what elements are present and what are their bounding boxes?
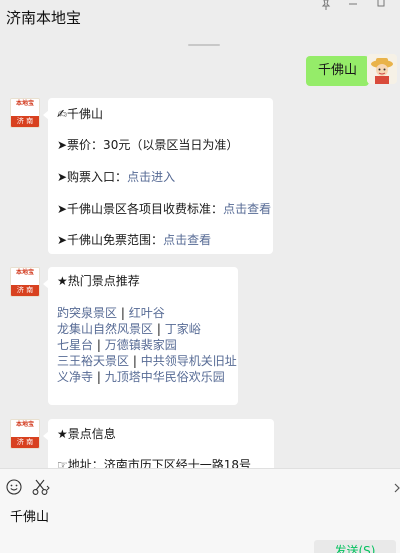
- message-input[interactable]: 千佛山: [10, 506, 390, 525]
- pin-icon[interactable]: [319, 0, 333, 10]
- scenic-address: ☞地址：济南市历下区经十一路18号: [57, 458, 252, 468]
- recommendations-bubble[interactable]: ★热门景点推荐 趵突泉景区 | 红叶谷 龙集山自然风景区 | 丁家峪 七星台 |…: [43, 267, 238, 405]
- free-ticket-link[interactable]: 点击查看: [163, 233, 211, 247]
- user-avatar[interactable]: [367, 54, 397, 84]
- bot-avatar[interactable]: 本地宝 济 南: [10, 267, 40, 297]
- avatar-brand-text: 本地宝: [11, 99, 39, 116]
- recommendations-title: ★热门景点推荐: [57, 274, 140, 288]
- separator: |: [153, 322, 165, 336]
- recommendation-row: 七星台 | 万德镇裴家园: [57, 337, 177, 353]
- separator: |: [93, 370, 105, 384]
- attraction-title: ✍千佛山: [57, 107, 104, 121]
- attraction-info-bubble[interactable]: ✍千佛山 ➤票价：30元（以景区当日为准） ➤购票入口：点击进入 ➤千佛山景区各…: [43, 98, 273, 254]
- emoji-icon[interactable]: [6, 479, 22, 495]
- ticket-purchase-line: ➤购票入口：点击进入: [57, 169, 175, 185]
- fee-standard-link[interactable]: 点击查看: [223, 202, 271, 216]
- avatar-city-text: 济 南: [11, 285, 39, 296]
- free-ticket-label: ➤千佛山免票范围：: [57, 233, 164, 247]
- scenic-info-title: ★景点信息: [57, 427, 116, 441]
- recommendation-row: 义净寺 | 九顶塔中华民俗欢乐园: [57, 369, 225, 385]
- fee-standard-label: ➤千佛山景区各项目收费标准：: [57, 202, 224, 216]
- avatar-city-text: 济 南: [11, 116, 39, 127]
- attraction-link[interactable]: 丁家峪: [165, 322, 201, 336]
- message-list[interactable]: 千佛山 本地宝 济 南 ✍千佛山 ➤票价：30元（以景区当日为准） ➤购票入口：…: [0, 46, 400, 468]
- separator: |: [93, 338, 105, 352]
- separator: |: [117, 306, 129, 320]
- chat-header: 济南本地宝: [0, 0, 400, 46]
- ticket-price: ➤票价：30元（以景区当日为准）: [57, 138, 239, 152]
- maximize-icon[interactable]: [374, 0, 388, 10]
- chevron-right-icon[interactable]: [394, 480, 400, 494]
- ticket-purchase-label: ➤购票入口：: [57, 170, 128, 184]
- bot-avatar[interactable]: 本地宝 济 南: [10, 98, 40, 128]
- bot-avatar[interactable]: 本地宝 济 南: [10, 419, 40, 449]
- separator: |: [129, 354, 141, 368]
- input-toolbar: 千佛山 发送(S): [0, 468, 400, 553]
- attraction-link[interactable]: 趵突泉景区: [57, 306, 117, 320]
- ticket-purchase-link[interactable]: 点击进入: [127, 170, 175, 184]
- attraction-link[interactable]: 万德镇裴家园: [105, 338, 177, 352]
- attraction-link[interactable]: 九顶塔中华民俗欢乐园: [105, 370, 225, 384]
- avatar-brand-text: 本地宝: [11, 420, 39, 437]
- send-button[interactable]: 发送(S): [314, 540, 396, 553]
- attraction-link[interactable]: 三王裕天景区: [57, 354, 129, 368]
- chat-title: 济南本地宝: [6, 9, 82, 27]
- minimize-icon[interactable]: [346, 0, 360, 10]
- avatar-city-text: 济 南: [11, 437, 39, 448]
- recommendation-row: 趵突泉景区 | 红叶谷: [57, 305, 165, 321]
- attraction-link[interactable]: 中共领导机关旧址: [141, 354, 237, 368]
- attraction-link[interactable]: 红叶谷: [129, 306, 165, 320]
- user-message-text: 千佛山: [318, 63, 358, 78]
- fee-standard-line: ➤千佛山景区各项目收费标准：点击查看: [57, 201, 271, 217]
- recommendation-row: 龙集山自然风景区 | 丁家峪: [57, 321, 201, 337]
- attraction-link[interactable]: 七星台: [57, 338, 93, 352]
- avatar-brand-text: 本地宝: [11, 268, 39, 285]
- attraction-link[interactable]: 龙集山自然风景区: [57, 322, 153, 336]
- recommendation-row: 三王裕天景区 | 中共领导机关旧址: [57, 353, 237, 369]
- free-ticket-line: ➤千佛山免票范围：点击查看: [57, 232, 211, 248]
- user-message-bubble[interactable]: 千佛山: [306, 56, 375, 86]
- attraction-link[interactable]: 义净寺: [57, 370, 93, 384]
- scenic-info-bubble[interactable]: ★景点信息 ☞地址：济南市历下区经十一路18号: [43, 419, 274, 468]
- scissors-icon[interactable]: [32, 478, 50, 496]
